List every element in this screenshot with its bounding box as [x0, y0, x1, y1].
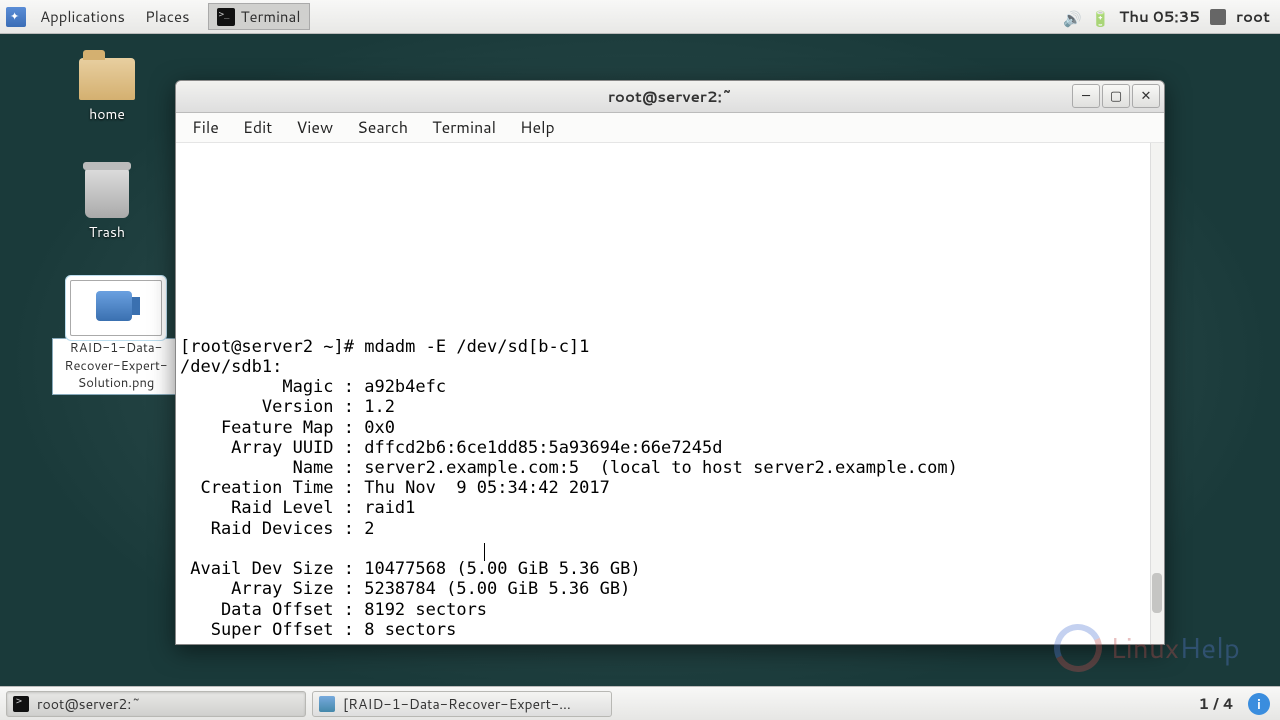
terminal-output: [root@server2 ~]# mdadm -E /dev/sd[b-c]1…	[180, 337, 1146, 640]
window-title: root@server2:~	[608, 86, 732, 107]
username[interactable]: root	[1236, 6, 1270, 27]
places-menu[interactable]: Places	[135, 0, 200, 33]
desktop-home-label: home	[62, 104, 152, 124]
terminal-icon	[217, 8, 235, 26]
trash-icon	[85, 168, 129, 218]
battery-icon[interactable]	[1091, 8, 1109, 26]
top-panel: Applications Places Terminal Thu 05:35 r…	[0, 0, 1280, 34]
watermark-logo-icon	[1047, 617, 1109, 679]
menu-edit[interactable]: Edit	[233, 112, 282, 143]
menu-terminal[interactable]: Terminal	[422, 112, 506, 143]
terminal-icon	[13, 696, 29, 712]
close-button[interactable]: ✕	[1132, 84, 1160, 108]
desktop-trash-label: Trash	[62, 222, 152, 242]
menu-file[interactable]: File	[182, 112, 229, 143]
taskbar: root@server2:~ [RAID-1-Data-Recover-Expe…	[0, 686, 1280, 720]
user-icon	[1210, 9, 1226, 25]
terminal-scrollbar[interactable]	[1150, 143, 1164, 644]
terminal-window: root@server2:~ ─ ▢ ✕ File Edit View Sear…	[175, 80, 1165, 645]
image-file-icon	[70, 280, 162, 336]
taskbar-item-terminal[interactable]: root@server2:~	[6, 691, 306, 717]
desktop-file[interactable]: RAID-1-Data-Recover-Expert-Solution.png	[52, 280, 180, 395]
maximize-button[interactable]: ▢	[1102, 84, 1130, 108]
minimize-button[interactable]: ─	[1072, 84, 1100, 108]
taskbar-item-image[interactable]: [RAID-1-Data-Recover-Expert-...	[312, 691, 612, 717]
menu-help[interactable]: Help	[510, 112, 565, 143]
terminal-launcher-label: Terminal	[241, 6, 301, 27]
terminal-launcher[interactable]: Terminal	[208, 3, 310, 30]
menu-search[interactable]: Search	[347, 112, 418, 143]
terminal-body[interactable]: [root@server2 ~]# mdadm -E /dev/sd[b-c]1…	[176, 143, 1164, 644]
text-cursor	[484, 543, 485, 561]
distro-icon	[6, 7, 26, 27]
desktop-file-label: RAID-1-Data-Recover-Expert-Solution.png	[52, 338, 180, 395]
taskbar-item-label: root@server2:~	[37, 694, 141, 714]
info-button[interactable]: i	[1248, 693, 1270, 715]
scrollbar-thumb[interactable]	[1152, 573, 1162, 613]
applications-menu[interactable]: Applications	[30, 0, 135, 33]
desktop-home[interactable]: home	[62, 58, 152, 124]
watermark: LinuxHelp	[1054, 624, 1240, 672]
desktop-trash[interactable]: Trash	[62, 168, 152, 242]
window-titlebar[interactable]: root@server2:~ ─ ▢ ✕	[176, 81, 1164, 113]
image-icon	[319, 696, 335, 712]
workspace-pager[interactable]: 1 / 4	[1190, 693, 1242, 714]
window-menubar: File Edit View Search Terminal Help	[176, 113, 1164, 143]
volume-icon[interactable]	[1063, 8, 1081, 26]
watermark-text: LinuxHelp	[1110, 628, 1240, 668]
system-tray: Thu 05:35 root	[1063, 6, 1280, 27]
folder-icon	[79, 58, 135, 100]
taskbar-item-label: [RAID-1-Data-Recover-Expert-...	[343, 694, 571, 714]
menu-view[interactable]: View	[286, 112, 343, 143]
clock[interactable]: Thu 05:35	[1119, 6, 1200, 27]
